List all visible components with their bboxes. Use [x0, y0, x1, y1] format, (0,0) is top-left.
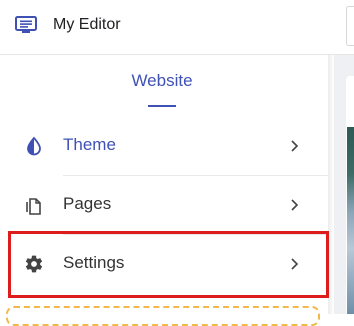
topbar-right-control[interactable]	[346, 6, 354, 46]
pages-icon	[26, 198, 41, 215]
menu-item-label: Pages	[63, 194, 112, 213]
menu-item-pages[interactable]: Pages	[0, 176, 328, 234]
tab-website[interactable]: Website	[112, 71, 212, 91]
app-title: My Editor	[53, 16, 121, 33]
dashed-drop-zone	[6, 306, 320, 326]
active-tab-indicator	[148, 105, 176, 107]
chevron-right-icon	[291, 140, 299, 152]
theme-contrast-icon	[27, 136, 41, 156]
editor-logo-icon	[15, 16, 37, 33]
menu-item-theme[interactable]: Theme	[0, 117, 328, 175]
menu-item-label: Theme	[63, 135, 116, 154]
chevron-right-icon	[291, 199, 299, 211]
settings-highlight-box	[8, 231, 329, 298]
preview-image	[347, 127, 354, 314]
top-bar: My Editor	[0, 0, 354, 55]
